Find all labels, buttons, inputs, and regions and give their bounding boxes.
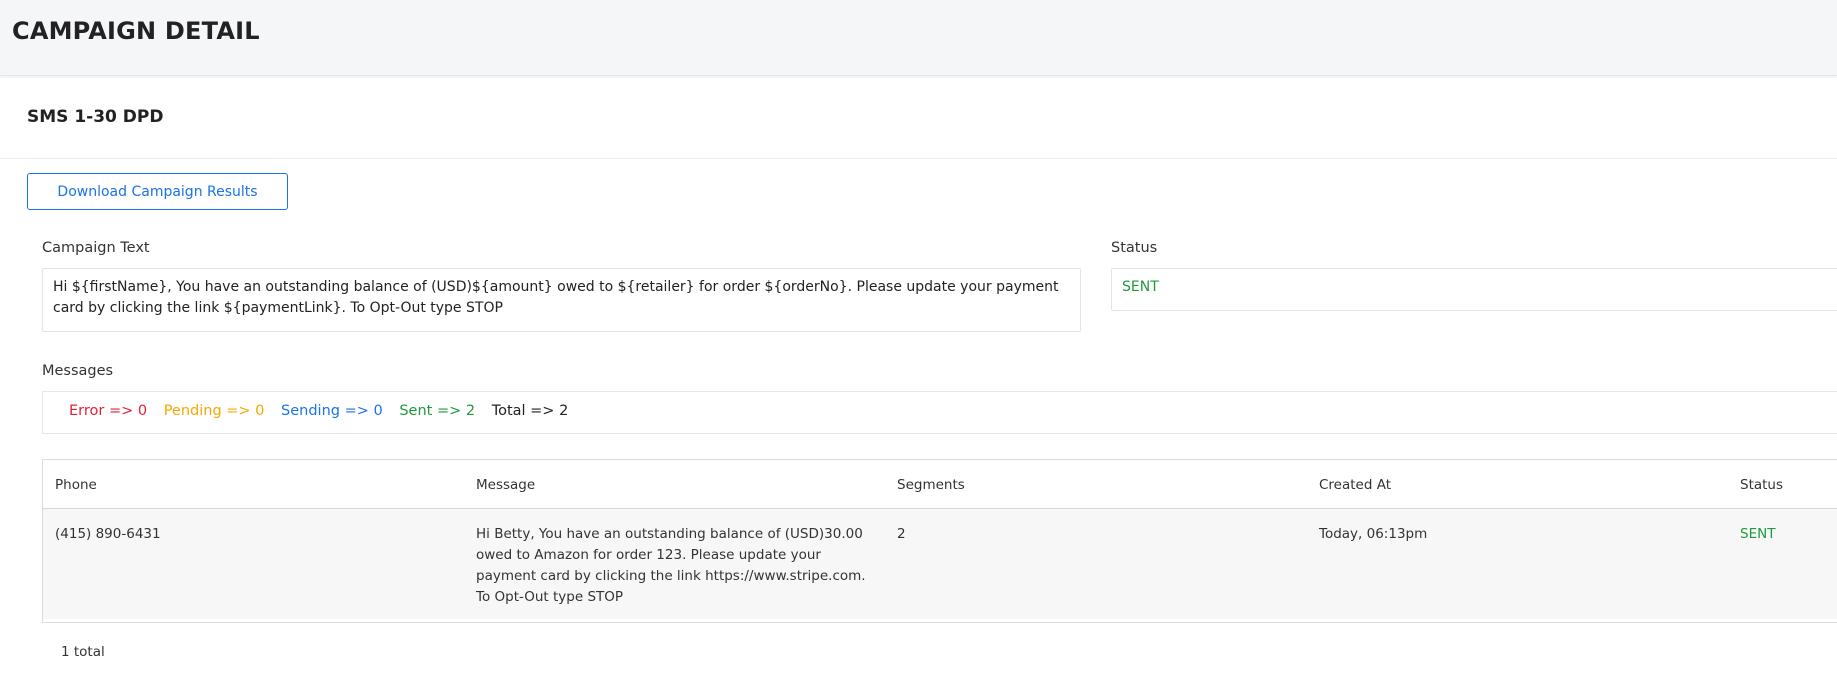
pending-count: Pending => 0 xyxy=(163,403,265,419)
messages-table: Phone Message Segments Created At Status… xyxy=(42,459,1837,623)
table-row[interactable]: (415) 890-6431 Hi Betty, You have an out… xyxy=(43,509,1837,619)
page-header: CAMPAIGN DETAIL xyxy=(0,0,1837,76)
page-title: CAMPAIGN DETAIL xyxy=(12,17,260,45)
campaign-status-field: SENT xyxy=(1111,268,1837,311)
message-counts: Error => 0 Pending => 0 Sending => 0 Sen… xyxy=(42,391,1837,434)
campaign-text-label: Campaign Text xyxy=(42,240,150,256)
error-count: Error => 0 xyxy=(69,403,148,419)
campaign-card: SMS 1-30 DPD Download Campaign Results C… xyxy=(0,78,1837,693)
total-count: Total => 2 xyxy=(491,403,569,419)
cell-status: SENT xyxy=(1740,526,1776,542)
sent-count: Sent => 2 xyxy=(399,403,476,419)
cell-phone: (415) 890-6431 xyxy=(55,526,161,542)
campaign-text-field: Hi ${firstName}, You have an outstanding… xyxy=(42,268,1081,332)
cell-message: Hi Betty, You have an outstanding balanc… xyxy=(476,526,866,605)
column-header-created-at[interactable]: Created At xyxy=(1319,477,1391,493)
column-header-phone[interactable]: Phone xyxy=(55,477,97,493)
sending-count: Sending => 0 xyxy=(281,403,383,419)
messages-label: Messages xyxy=(42,363,114,379)
cell-created-at: Today, 06:13pm xyxy=(1319,526,1428,542)
status-label: Status xyxy=(1111,240,1158,256)
card-header: SMS 1-30 DPD xyxy=(0,78,1837,159)
cell-segments: 2 xyxy=(897,526,906,542)
column-header-message[interactable]: Message xyxy=(476,477,535,493)
column-header-segments[interactable]: Segments xyxy=(897,477,965,493)
column-header-status[interactable]: Status xyxy=(1740,477,1783,493)
campaign-name: SMS 1-30 DPD xyxy=(27,107,164,127)
download-campaign-results-button[interactable]: Download Campaign Results xyxy=(27,173,288,210)
table-header: Phone Message Segments Created At Status xyxy=(43,460,1837,509)
table-total: 1 total xyxy=(61,644,105,660)
